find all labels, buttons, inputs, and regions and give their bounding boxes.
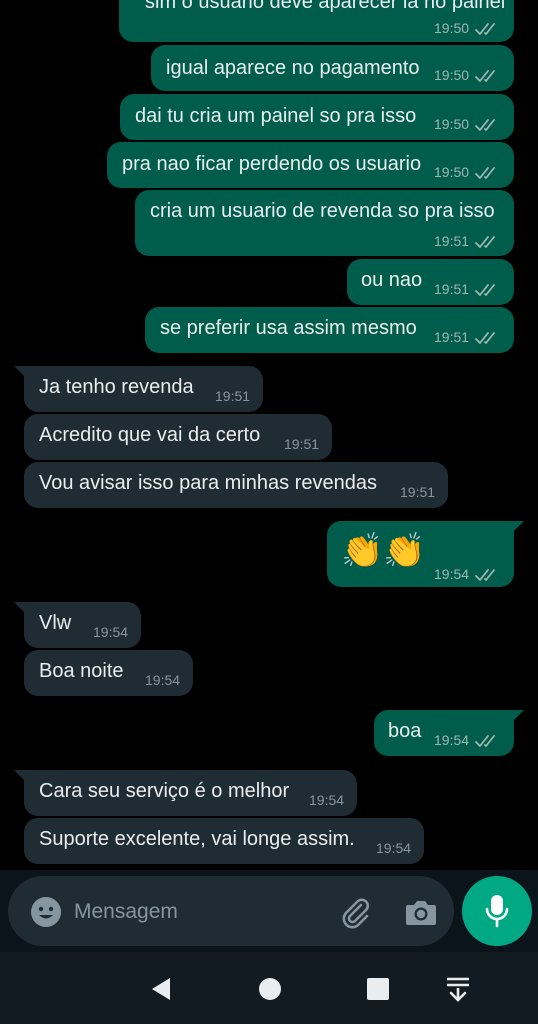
message-time: 19:51	[434, 281, 470, 297]
notifications-down-icon[interactable]	[444, 976, 472, 1002]
clapping-hands-emoji: 👏👏	[341, 531, 426, 571]
message-time: 19:54	[434, 732, 470, 748]
message-outgoing[interactable]: pra nao ficar perdendo os usuario 19:50	[107, 142, 514, 188]
paperclip-icon[interactable]	[338, 895, 372, 929]
message-time: 19:50	[434, 164, 470, 180]
message-time: 19:54	[376, 840, 412, 856]
message-time: 19:50	[434, 20, 470, 36]
read-ticks-icon	[475, 119, 495, 131]
message-text: Suporte excelente, vai longe assim.	[39, 828, 355, 850]
message-text: Vou avisar isso para minhas revendas	[39, 472, 377, 494]
read-ticks-icon	[475, 569, 495, 581]
message-text: Ja tenho revenda	[39, 376, 194, 398]
read-ticks-icon	[475, 70, 495, 82]
message-time: 19:51	[400, 484, 436, 500]
message-incoming[interactable]: Suporte excelente, vai longe assim. 19:5…	[24, 818, 424, 864]
message-incoming[interactable]: Vou avisar isso para minhas revendas 19:…	[24, 462, 448, 508]
message-text: Boa noite	[39, 660, 124, 682]
read-ticks-icon	[475, 332, 495, 344]
back-icon[interactable]	[148, 976, 176, 1002]
message-incoming[interactable]: Ja tenho revenda 19:51	[14, 366, 263, 412]
message-text: dai tu cria um painel so pra isso	[135, 105, 417, 127]
message-time: 19:51	[434, 329, 470, 345]
message-time: 19:50	[434, 116, 470, 132]
message-time: 19:54	[434, 566, 470, 582]
chat-area[interactable]: sim o usuario deve aparecer lá no painel…	[0, 0, 538, 870]
message-text: Acredito que vai da certo	[39, 424, 261, 446]
message-incoming[interactable]: Vlw 19:54	[14, 602, 141, 648]
message-outgoing[interactable]: igual aparece no pagamento 19:50	[151, 45, 514, 91]
message-time: 19:54	[309, 792, 345, 808]
recents-icon[interactable]	[364, 976, 392, 1002]
message-text: boa	[388, 720, 422, 742]
message-input[interactable]	[72, 896, 326, 928]
message-outgoing[interactable]: boa 19:54	[374, 710, 524, 756]
message-text: se preferir usa assim mesmo	[160, 317, 417, 339]
read-ticks-icon	[475, 23, 495, 35]
message-text: Vlw	[39, 612, 72, 634]
message-outgoing-emoji[interactable]: 👏👏 19:54	[327, 521, 524, 587]
message-incoming[interactable]: Acredito que vai da certo 19:51	[24, 414, 332, 460]
read-ticks-icon	[475, 735, 495, 747]
message-outgoing[interactable]: dai tu cria um painel so pra isso 19:50	[120, 94, 514, 140]
message-outgoing[interactable]: se preferir usa assim mesmo 19:51	[145, 307, 514, 353]
message-incoming[interactable]: Boa noite 19:54	[24, 650, 193, 696]
message-text: igual aparece no pagamento	[166, 57, 420, 79]
emoji-icon[interactable]	[30, 896, 62, 928]
read-ticks-icon	[475, 236, 495, 248]
message-text: Cara seu serviço é o melhor	[39, 780, 290, 802]
message-time: 19:51	[215, 388, 251, 404]
message-text: cria um usuario de revenda so pra isso	[150, 200, 495, 222]
camera-icon[interactable]	[404, 895, 438, 929]
message-time: 19:54	[145, 672, 181, 688]
read-ticks-icon	[475, 284, 495, 296]
microphone-icon	[485, 895, 509, 928]
message-text: sim o usuario deve aparecer lá no painel	[145, 0, 506, 13]
read-ticks-icon	[475, 167, 495, 179]
message-time: 19:54	[93, 624, 129, 640]
message-time: 19:50	[434, 67, 470, 83]
microphone-button[interactable]	[462, 876, 532, 946]
message-time: 19:51	[434, 233, 470, 249]
home-icon[interactable]	[256, 976, 284, 1002]
message-outgoing[interactable]: sim o usuario deve aparecer lá no painel…	[119, 0, 514, 42]
message-time: 19:51	[284, 436, 320, 452]
message-incoming[interactable]: Cara seu serviço é o melhor 19:54	[14, 770, 357, 816]
message-composer	[8, 876, 454, 946]
message-outgoing[interactable]: cria um usuario de revenda so pra isso 1…	[135, 190, 514, 256]
message-text: ou nao	[361, 269, 423, 291]
message-outgoing[interactable]: ou nao 19:51	[347, 259, 514, 305]
message-text: pra nao ficar perdendo os usuario	[122, 153, 422, 175]
system-nav-bar	[0, 952, 538, 1024]
